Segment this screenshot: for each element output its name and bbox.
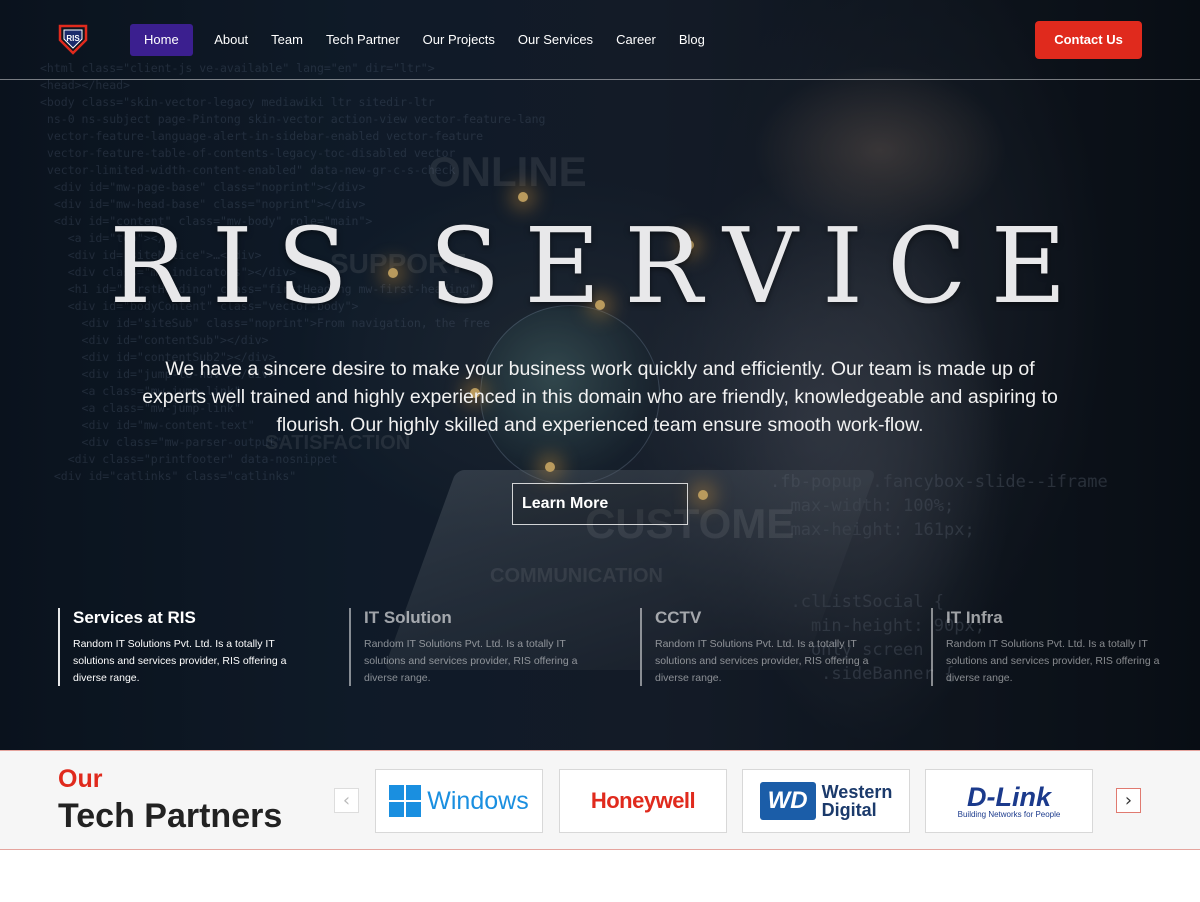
wd-mark: WD [759,782,816,820]
wd-line1: Western [821,782,893,802]
wd-wordmark: Western Digital [822,783,893,819]
feature-title: IT Solution [364,608,452,627]
feature-services-at-ris[interactable]: Services at RIS Random IT Solutions Pvt.… [58,608,288,686]
hero-description: We have a sincere desire to make your bu… [142,358,1058,436]
partner-logo-western-digital[interactable]: WD Western Digital [742,769,910,833]
ris-logo[interactable]: RIS [56,22,90,56]
hero-title: RIS SERVICE [109,205,1091,327]
partner-logo-dlink[interactable]: D-Link Building Networks for People [925,769,1093,833]
nav-home[interactable]: Home [130,24,193,56]
feature-text: Random IT Solutions Pvt. Ltd. Is a total… [364,638,578,684]
nav-team[interactable]: Team [260,24,315,56]
chevron-left-icon[interactable]: ‹ [334,788,359,813]
wd-line2: Digital [821,800,877,820]
chevron-right-icon[interactable]: › [1116,788,1141,813]
nav-tech-partner[interactable]: Tech Partner [314,24,411,56]
dlink-tagline: Building Networks for People [957,809,1061,819]
partner-logo-honeywell[interactable]: Honeywell [559,769,727,833]
feature-text: Random IT Solutions Pvt. Ltd. Is a total… [73,638,287,684]
feature-cctv[interactable]: CCTV Random IT Solutions Pvt. Ltd. Is a … [640,608,870,686]
honeywell-wordmark: Honeywell [590,788,696,813]
feature-title: CCTV [655,608,702,627]
feature-title: Services at RIS [73,608,196,627]
partners-heading-accent: Our [58,765,103,793]
partners-heading: Tech Partners [58,797,283,835]
main-nav: Home About Team Tech Partner Our Project… [130,24,716,56]
logo-text: RIS [66,34,80,43]
nav-blog[interactable]: Blog [667,24,716,56]
dlink-wordmark: D-Link Building Networks for People [957,781,1061,819]
nav-our-services[interactable]: Our Services [506,24,604,56]
features-row: Services at RIS Random IT Solutions Pvt.… [58,608,1161,686]
feature-title: IT Infra [946,608,1003,627]
windows-wordmark: Windows [427,786,529,815]
tech-partners-section: Our Tech Partners ‹ Windows Honeywell WD… [0,750,1200,850]
contact-us-button[interactable]: Contact Us [1035,21,1142,59]
learn-more-button[interactable]: Learn More [512,483,688,525]
feature-it-solution[interactable]: IT Solution Random IT Solutions Pvt. Ltd… [349,608,579,686]
feature-text: Random IT Solutions Pvt. Ltd. Is a total… [655,638,869,684]
site-header: RIS Home About Team Tech Partner Our Pro… [0,0,1200,80]
nav-about[interactable]: About [203,24,260,56]
nav-career[interactable]: Career [605,24,668,56]
feature-text: Random IT Solutions Pvt. Ltd. Is a total… [946,638,1160,684]
dlink-name: D-Link [967,781,1051,812]
partner-logo-windows[interactable]: Windows [375,769,543,833]
feature-it-infra[interactable]: IT Infra Random IT Solutions Pvt. Ltd. I… [931,608,1161,686]
windows-icon [389,785,422,817]
nav-our-projects[interactable]: Our Projects [411,24,506,56]
